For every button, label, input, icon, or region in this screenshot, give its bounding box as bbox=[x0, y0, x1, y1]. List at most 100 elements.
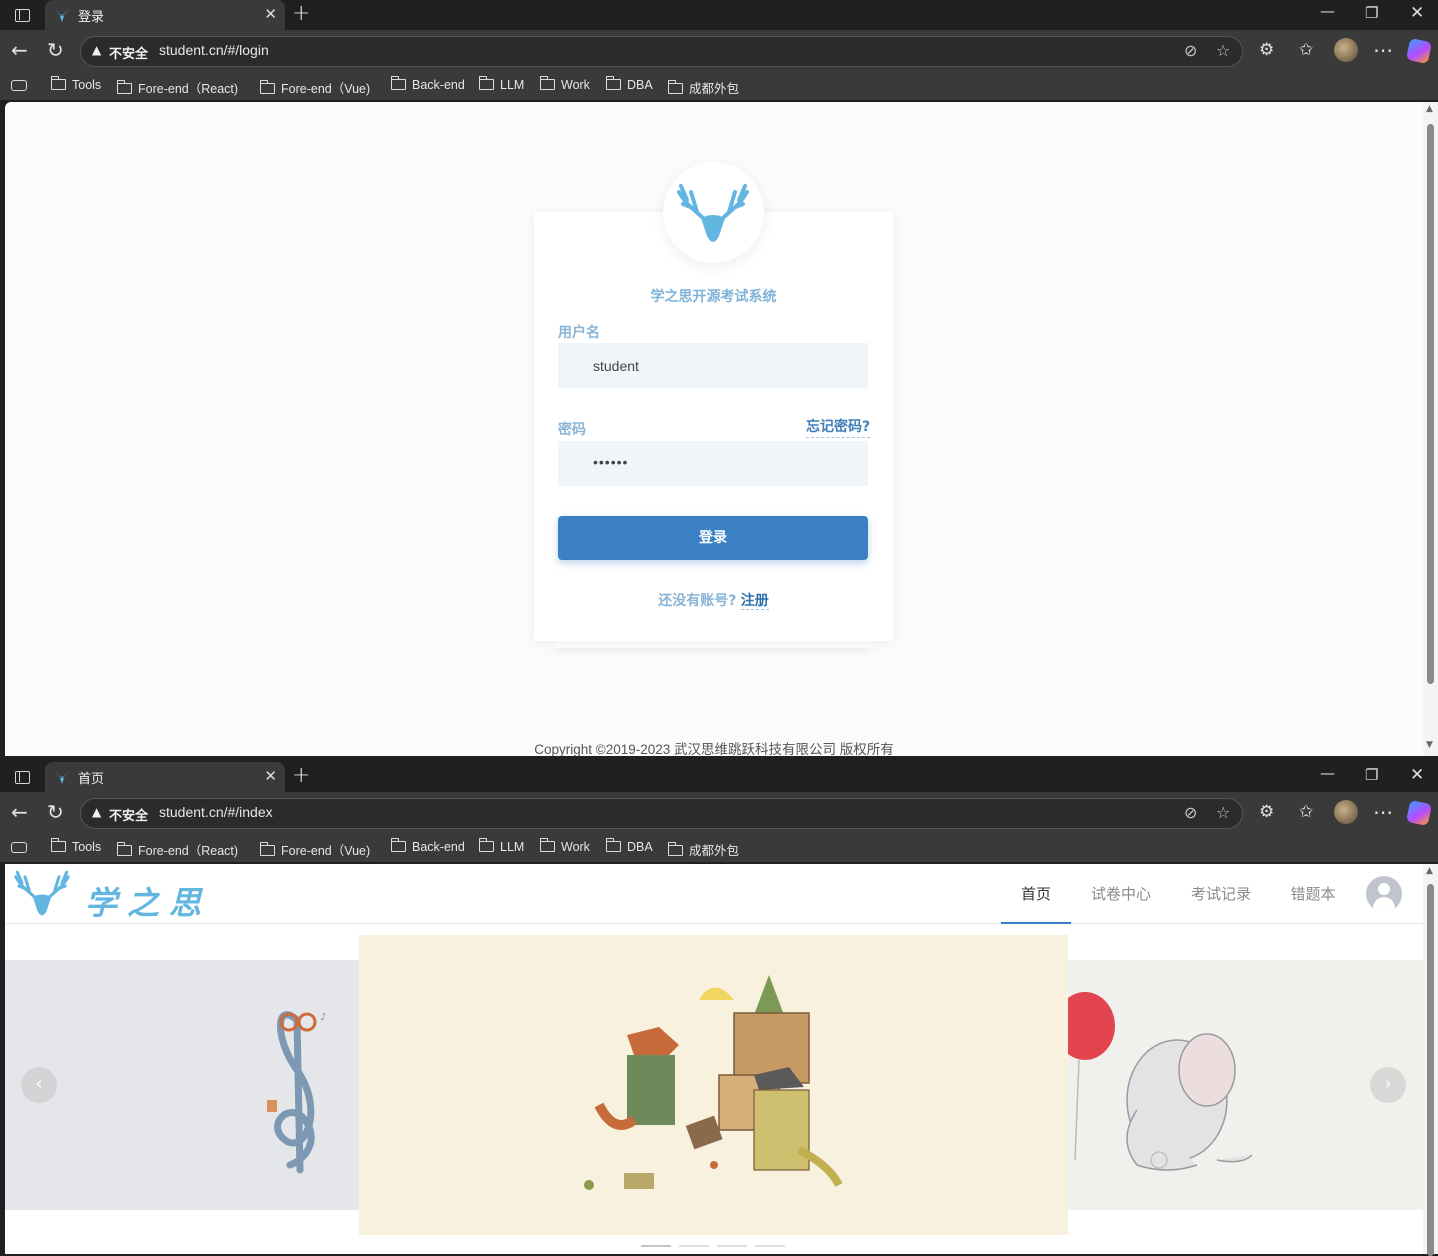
address-bar[interactable]: ▲ 不安全 student.cn/#/login ⊘ ☆ bbox=[80, 36, 1243, 67]
folder-icon bbox=[391, 838, 406, 852]
bookmark-folder[interactable]: DBA bbox=[606, 838, 653, 854]
minimize-icon[interactable]: — bbox=[1320, 2, 1335, 20]
carousel-indicator[interactable] bbox=[717, 1245, 747, 1247]
register-link[interactable]: 注册 bbox=[740, 593, 769, 610]
carousel-next-button[interactable]: › bbox=[1370, 1067, 1406, 1103]
warning-icon[interactable]: ▲ bbox=[92, 805, 101, 819]
close-tab-icon[interactable]: ✕ bbox=[264, 767, 277, 785]
folder-icon bbox=[668, 80, 683, 94]
carousel-prev-button[interactable]: ‹ bbox=[21, 1067, 57, 1103]
scroll-up-icon[interactable]: ▲ bbox=[1426, 104, 1433, 114]
folder-icon bbox=[117, 842, 132, 856]
minimize-icon[interactable]: — bbox=[1320, 764, 1335, 782]
reading-list-icon[interactable] bbox=[11, 842, 27, 853]
bookmark-folder[interactable]: LLM bbox=[479, 76, 524, 92]
extensions-icon[interactable]: ⚙ bbox=[1259, 39, 1274, 61]
username-field[interactable]: student bbox=[558, 343, 868, 388]
bookmark-folder[interactable]: Work bbox=[540, 838, 590, 854]
scroll-thumb[interactable] bbox=[1427, 124, 1434, 684]
bookmark-folder[interactable]: Back-end bbox=[391, 838, 465, 854]
nav-exam-records[interactable]: 考试记录 bbox=[1181, 864, 1261, 924]
tab-login[interactable]: 登录 ✕ bbox=[45, 0, 285, 30]
bookmark-folder[interactable]: Tools bbox=[51, 838, 101, 854]
profile-avatar[interactable] bbox=[1334, 38, 1358, 62]
nav-wrong-questions[interactable]: 错题本 bbox=[1281, 864, 1345, 924]
new-tab-icon[interactable]: + bbox=[292, 2, 310, 26]
reading-list-icon[interactable] bbox=[11, 80, 27, 91]
carousel-indicator[interactable] bbox=[679, 1245, 709, 1247]
copilot-icon[interactable] bbox=[1405, 37, 1433, 65]
more-icon[interactable]: ⋯ bbox=[1373, 801, 1393, 823]
tab-index[interactable]: 首页 ✕ bbox=[45, 762, 285, 792]
scroll-thumb[interactable] bbox=[1427, 884, 1434, 1256]
refresh-icon[interactable]: ↻ bbox=[47, 39, 64, 61]
password-field[interactable]: •••••• bbox=[558, 441, 868, 486]
favorite-star-icon[interactable]: ☆ bbox=[1216, 41, 1230, 60]
fox-animals-illustration bbox=[584, 975, 843, 1190]
close-window-icon[interactable]: ✕ bbox=[1410, 765, 1424, 785]
favorites-icon[interactable]: ✩ bbox=[1299, 39, 1313, 61]
bookmark-folder[interactable]: Fore-end（Vue) bbox=[260, 78, 370, 97]
close-window-icon[interactable]: ✕ bbox=[1410, 3, 1424, 23]
more-icon[interactable]: ⋯ bbox=[1373, 39, 1393, 61]
logo-circle bbox=[663, 162, 764, 263]
nav-home[interactable]: 首页 bbox=[1001, 864, 1071, 924]
scrollbar[interactable]: ▲ ▼ bbox=[1423, 102, 1438, 756]
extensions-icon[interactable]: ⚙ bbox=[1259, 801, 1274, 823]
deer-logo-icon[interactable] bbox=[9, 866, 75, 920]
carousel-indicator-active[interactable] bbox=[641, 1245, 671, 1247]
nav-paper-center[interactable]: 试卷中心 bbox=[1081, 864, 1161, 924]
restore-icon[interactable]: ❐ bbox=[1365, 766, 1378, 784]
bookmarks-bar: Tools Fore-end（React) Fore-end（Vue) Back… bbox=[0, 72, 1438, 100]
bookmark-folder[interactable]: LLM bbox=[479, 838, 524, 854]
profile-avatar[interactable] bbox=[1334, 800, 1358, 824]
tab-actions-icon[interactable] bbox=[8, 766, 34, 788]
tracking-prevention-icon[interactable]: ⊘ bbox=[1184, 803, 1197, 822]
warning-icon[interactable]: ▲ bbox=[92, 43, 101, 57]
refresh-icon[interactable]: ↻ bbox=[47, 801, 64, 823]
browser-window-login: 登录 ✕ + — ❐ ✕ ← ↻ ▲ 不安全 student.cn/#/logi… bbox=[0, 0, 1438, 762]
copilot-icon[interactable] bbox=[1405, 799, 1433, 827]
scrollbar[interactable]: ▲ bbox=[1423, 864, 1438, 1256]
folder-icon bbox=[51, 76, 66, 90]
bookmark-folder[interactable]: Fore-end（Vue) bbox=[260, 840, 370, 859]
password-label: 密码 bbox=[558, 422, 586, 438]
bookmark-folder[interactable]: Fore-end（React) bbox=[117, 78, 238, 97]
close-tab-icon[interactable]: ✕ bbox=[264, 5, 277, 23]
bookmark-folder[interactable]: Tools bbox=[51, 76, 101, 92]
tab-actions-icon[interactable] bbox=[8, 4, 34, 26]
site-header: 学之思 首页 试卷中心 考试记录 错题本 bbox=[5, 864, 1423, 924]
url-text[interactable]: student.cn/#/index bbox=[159, 804, 273, 820]
back-icon[interactable]: ← bbox=[11, 39, 28, 61]
insecure-label[interactable]: 不安全 bbox=[109, 43, 148, 62]
index-page: 学之思 首页 试卷中心 考试记录 错题本 ♪ ‹ › bbox=[5, 864, 1423, 1254]
back-icon[interactable]: ← bbox=[11, 801, 28, 823]
bookmark-folder[interactable]: 成都外包 bbox=[668, 840, 739, 859]
bookmark-folder[interactable]: Back-end bbox=[391, 76, 465, 92]
restore-icon[interactable]: ❐ bbox=[1365, 4, 1378, 22]
deer-logo-icon bbox=[677, 184, 749, 242]
deer-favicon-icon bbox=[56, 771, 68, 784]
bookmark-folder[interactable]: Fore-end（React) bbox=[117, 840, 238, 859]
insecure-label[interactable]: 不安全 bbox=[109, 805, 148, 824]
bookmark-folder[interactable]: DBA bbox=[606, 76, 653, 92]
bookmark-folder[interactable]: Work bbox=[540, 76, 590, 92]
bookmark-folder[interactable]: 成都外包 bbox=[668, 78, 739, 97]
carousel-slide-active[interactable] bbox=[359, 935, 1068, 1235]
login-button[interactable]: 登录 bbox=[558, 516, 868, 560]
favorites-icon[interactable]: ✩ bbox=[1299, 801, 1313, 823]
forgot-password-link[interactable]: 忘记密码? bbox=[806, 416, 871, 438]
tracking-prevention-icon[interactable]: ⊘ bbox=[1184, 41, 1197, 60]
folder-icon bbox=[479, 76, 494, 90]
bookmarks-bar: Tools Fore-end（React) Fore-end（Vue) Back… bbox=[0, 834, 1438, 862]
carousel-indicator[interactable] bbox=[755, 1245, 785, 1247]
scroll-up-icon[interactable]: ▲ bbox=[1426, 866, 1433, 876]
address-bar[interactable]: ▲ 不安全 student.cn/#/index ⊘ ☆ bbox=[80, 798, 1243, 829]
new-tab-icon[interactable]: + bbox=[292, 764, 310, 788]
carousel-slide-prev[interactable]: ♪ bbox=[5, 960, 360, 1210]
user-avatar[interactable] bbox=[1366, 876, 1402, 912]
brand-name[interactable]: 学之思 bbox=[85, 878, 211, 924]
scroll-down-icon[interactable]: ▼ bbox=[1426, 740, 1433, 750]
favorite-star-icon[interactable]: ☆ bbox=[1216, 803, 1230, 822]
url-text[interactable]: student.cn/#/login bbox=[159, 42, 269, 58]
